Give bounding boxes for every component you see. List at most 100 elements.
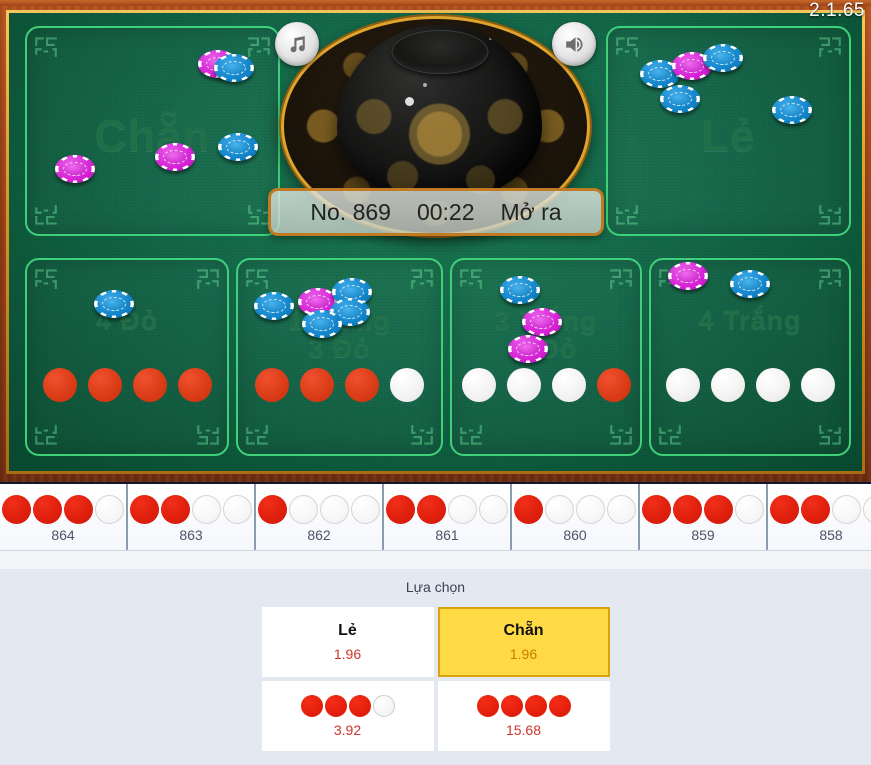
corner-motif-icon <box>195 265 221 291</box>
history-dot-white <box>576 494 605 524</box>
bet-chip-blue[interactable] <box>254 292 294 320</box>
history-dot-red <box>673 494 702 524</box>
bet-chip-blue[interactable] <box>214 54 254 82</box>
history-round-number: 861 <box>435 526 459 543</box>
history-dot-white <box>448 494 477 524</box>
bet-chip-blue[interactable] <box>660 85 700 113</box>
history-dot-white <box>545 494 574 524</box>
corner-motif-icon <box>817 203 843 229</box>
speaker-icon <box>565 36 583 52</box>
history-dot-white <box>289 494 318 524</box>
zone-result-dots <box>651 368 849 402</box>
history-cell[interactable]: 859 <box>640 484 768 550</box>
history-dot-red <box>64 494 93 524</box>
zone-dot-red <box>177 368 212 402</box>
corner-motif-icon <box>614 33 640 59</box>
bet-chip-blue[interactable] <box>500 276 540 304</box>
bet-chip-blue[interactable] <box>703 44 743 72</box>
history-dot-red <box>130 494 159 524</box>
corner-motif-icon <box>33 33 59 59</box>
history-dot-red <box>770 494 799 524</box>
corner-motif-icon <box>657 423 683 449</box>
bet-chip-blue[interactable] <box>218 133 258 161</box>
bet-option[interactable]: Chẵn 1.96 <box>437 607 610 677</box>
sound-toggle-button[interactable] <box>552 22 596 66</box>
zone-result-dots <box>27 368 227 402</box>
history-dots <box>130 494 252 524</box>
zone-dot-white <box>665 368 700 402</box>
corner-motif-icon <box>817 33 843 59</box>
history-dot-white <box>320 494 349 524</box>
bet-chip-blue[interactable] <box>730 270 770 298</box>
bet-option[interactable]: 15.68 <box>437 681 610 751</box>
zone-dot-red <box>596 368 631 402</box>
history-dot-red <box>417 494 446 524</box>
bet-chip-blue[interactable] <box>302 310 342 338</box>
corner-motif-icon <box>33 265 59 291</box>
history-dot-red <box>704 494 733 524</box>
bet-zone-label-line2: 3 Đỏ <box>308 333 371 364</box>
bet-option-dots <box>300 694 395 717</box>
history-cell[interactable]: 863 <box>128 484 256 550</box>
bet-chip-pink[interactable] <box>522 308 562 336</box>
bet-chip-blue[interactable] <box>772 96 812 124</box>
history-dot-white <box>863 494 871 524</box>
corner-motif-icon <box>33 423 59 449</box>
history-dot-red <box>33 494 62 524</box>
history-dot-red <box>258 494 287 524</box>
corner-motif-icon <box>409 265 435 291</box>
history-dot-red <box>514 494 543 524</box>
bet-option-name: Chẵn <box>503 622 544 639</box>
bet-dot-white <box>372 694 395 717</box>
bowl-highlight <box>423 83 427 87</box>
game-bowl[interactable] <box>337 25 542 201</box>
history-cell[interactable]: 862 <box>256 484 384 550</box>
zone-dot-red <box>42 368 77 402</box>
bet-dot-red <box>524 694 547 717</box>
bowl-highlight <box>405 97 414 106</box>
bet-chip-pink[interactable] <box>55 155 95 183</box>
history-round-number: 864 <box>51 526 75 543</box>
bet-panel-title: Lựa chọn <box>405 579 466 595</box>
corner-motif-icon <box>458 265 484 291</box>
history-cell[interactable]: 858 <box>768 484 871 550</box>
history-dots <box>386 494 508 524</box>
history-strip[interactable]: 864 863 862 861 860 859 858 <box>0 484 871 551</box>
bet-chip-pink[interactable] <box>508 335 548 363</box>
music-toggle-button[interactable] <box>275 22 319 66</box>
corner-motif-icon <box>244 265 270 291</box>
bet-dot-red <box>324 694 347 717</box>
history-dot-white <box>832 494 861 524</box>
history-round-number: 859 <box>691 526 715 543</box>
bet-zone-label: Lẻ <box>701 110 756 161</box>
bet-option-name: Lẻ <box>338 622 357 639</box>
history-cell[interactable]: 861 <box>384 484 512 550</box>
bet-zone-4do[interactable]: 4 Đỏ <box>25 258 229 456</box>
history-dot-white <box>479 494 508 524</box>
round-status: Mở ra <box>500 198 562 225</box>
bowl-foot-ring <box>391 30 488 74</box>
zone-dot-white <box>461 368 496 402</box>
history-cell[interactable]: 864 <box>0 484 128 550</box>
history-cell[interactable]: 860 <box>512 484 640 550</box>
history-dot-red <box>161 494 190 524</box>
zone-dot-white <box>800 368 835 402</box>
history-dot-white <box>607 494 636 524</box>
corner-motif-icon <box>33 203 59 229</box>
zone-dot-white <box>755 368 790 402</box>
bet-option-odds: 3.92 <box>333 721 362 738</box>
bet-option[interactable]: 3.92 <box>261 681 434 751</box>
bet-option[interactable]: Lẻ 1.96 <box>261 607 434 677</box>
bet-chip-blue[interactable] <box>94 290 134 318</box>
countdown-timer: 00:22 <box>416 198 475 225</box>
music-note-icon <box>290 35 305 52</box>
corner-motif-icon <box>608 265 634 291</box>
history-dots <box>514 494 636 524</box>
bet-chip-pink[interactable] <box>155 143 195 171</box>
bet-zone-3trang-1do[interactable]: 3 Trắng 1 Đỏ <box>450 258 642 456</box>
history-dot-white <box>192 494 221 524</box>
bet-chip-pink[interactable] <box>668 262 708 290</box>
history-dot-white <box>223 494 252 524</box>
bet-dot-red <box>348 694 371 717</box>
section-divider <box>0 551 871 569</box>
